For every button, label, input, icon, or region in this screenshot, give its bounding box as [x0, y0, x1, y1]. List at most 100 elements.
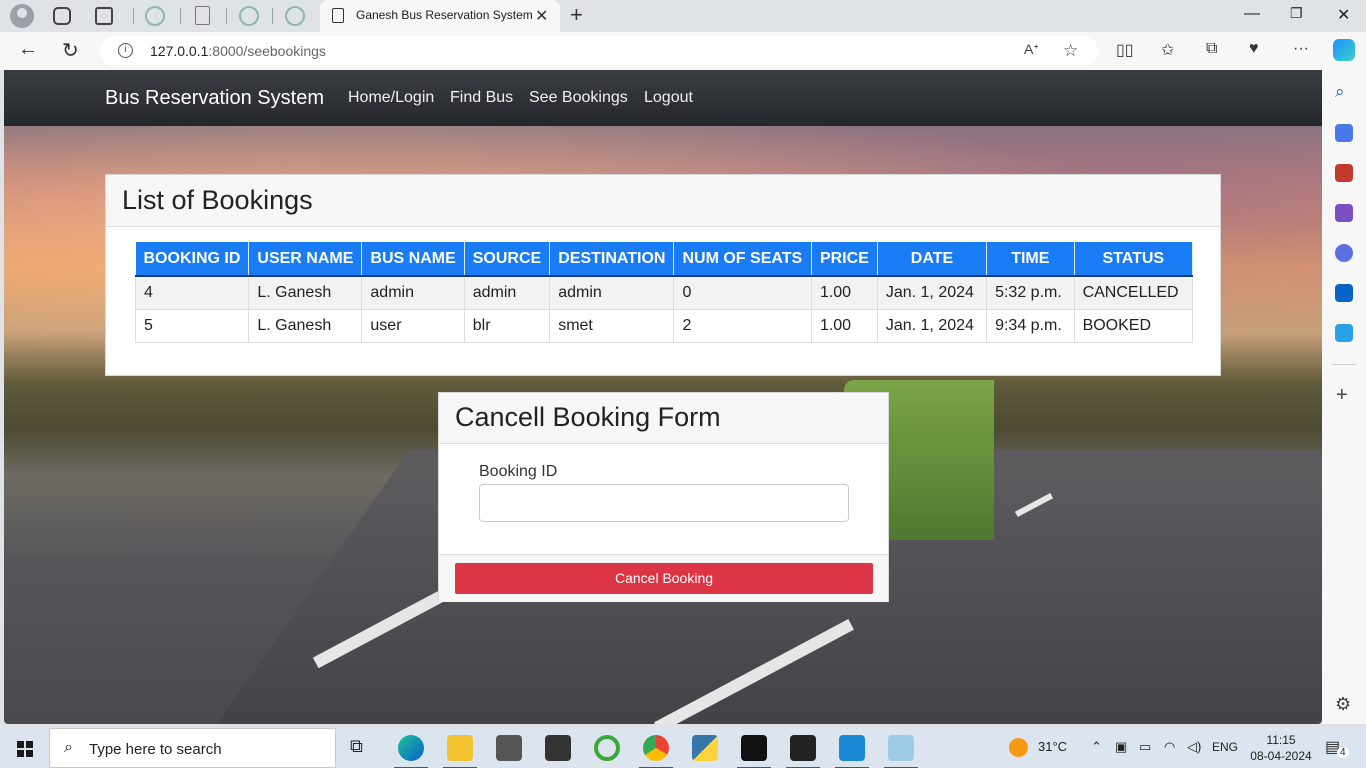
vscode-icon[interactable] — [835, 735, 869, 768]
terminal-icon[interactable] — [545, 735, 571, 761]
bookings-card: List of Bookings BOOKING ID USER NAME BU… — [105, 174, 1221, 376]
cell-status: BOOKED — [1073, 308, 1194, 343]
search-placeholder: Type here to search — [89, 741, 222, 758]
table-row: 5 L. Ganesh user blr smet 2 1.00 Jan. 1,… — [134, 308, 1194, 343]
refresh-icon[interactable]: ↻ — [62, 38, 79, 63]
cell-date: Jan. 1, 2024 — [876, 308, 988, 343]
photos-icon[interactable] — [786, 735, 820, 768]
microsoft365-icon[interactable] — [1335, 244, 1353, 262]
add-icon[interactable]: + — [1336, 384, 1348, 407]
task-view-icon[interactable]: ⧉ — [350, 736, 363, 757]
mail-icon[interactable] — [496, 735, 522, 761]
cell-time: 9:34 p.m. — [986, 308, 1075, 343]
cancel-form-title: Cancell Booking Form — [455, 402, 721, 432]
cell-source: admin — [463, 275, 551, 310]
back-icon[interactable]: ← — [18, 38, 38, 61]
browser-essentials-icon[interactable]: ♥ — [1249, 40, 1259, 58]
tab-separator — [272, 8, 273, 24]
pinned-tab-icon[interactable] — [285, 6, 305, 26]
wifi-icon[interactable]: ◠ — [1164, 739, 1175, 755]
cell-booking-id: 5 — [134, 308, 250, 343]
cell-source: blr — [463, 308, 551, 343]
restore-icon[interactable]: ❐ — [1290, 5, 1303, 22]
col-destination: DESTINATION — [549, 242, 675, 277]
cancel-booking-card: Cancell Booking Form Booking ID Cancel B… — [438, 392, 889, 602]
cmd-icon[interactable] — [737, 735, 771, 768]
tools-icon[interactable] — [1335, 164, 1353, 182]
battery-icon[interactable]: ▭ — [1139, 739, 1151, 755]
shopping-icon[interactable] — [1335, 124, 1353, 142]
volume-icon[interactable]: ◁) — [1187, 739, 1201, 755]
cell-price: 1.00 — [810, 275, 878, 310]
nav-home-login[interactable]: Home/Login — [348, 89, 434, 107]
nav-see-bookings[interactable]: See Bookings — [529, 89, 628, 107]
minimize-icon[interactable]: — — [1244, 5, 1260, 23]
info-icon[interactable]: i — [118, 43, 133, 58]
pinned-tab-icon[interactable] — [239, 6, 259, 26]
site-brand[interactable]: Bus Reservation System — [105, 87, 324, 110]
edge-sidebar: ⌕ + ⚙ — [1322, 70, 1366, 724]
pinned-tab-icon[interactable] — [145, 6, 165, 26]
close-tab-icon[interactable]: ✕ — [535, 6, 548, 26]
tab-actions-icon[interactable] — [95, 7, 113, 25]
favorite-icon[interactable]: ☆ — [1063, 41, 1078, 61]
cell-status: CANCELLED — [1073, 275, 1194, 310]
notepad-icon[interactable] — [884, 735, 918, 768]
active-tab[interactable]: Ganesh Bus Reservation System ✕ — [320, 0, 560, 32]
notification-count: 4 — [1337, 747, 1349, 758]
search-sidebar-icon[interactable]: ⌕ — [1335, 82, 1345, 102]
tab-separator — [226, 8, 227, 24]
more-icon[interactable]: ··· — [1293, 40, 1309, 58]
copilot-icon[interactable] — [1333, 39, 1355, 61]
nav-logout[interactable]: Logout — [644, 89, 693, 107]
cancel-booking-button[interactable]: Cancel Booking — [455, 563, 873, 594]
bookings-card-header: List of Bookings — [106, 175, 1220, 227]
cancel-card-header: Cancell Booking Form — [439, 393, 888, 444]
collections-icon[interactable]: ⧉ — [1206, 40, 1217, 58]
read-aloud-icon[interactable]: Aᐩ — [1024, 41, 1039, 58]
cell-user-name: L. Ganesh — [248, 308, 363, 343]
taskbar-clock[interactable]: 11:15 08-04-2024 — [1246, 732, 1316, 764]
cell-destination: smet — [549, 308, 675, 343]
send-icon[interactable] — [1335, 324, 1353, 342]
profile-icon[interactable] — [10, 4, 34, 28]
workspaces-icon[interactable] — [53, 7, 71, 25]
python-icon[interactable] — [692, 735, 718, 761]
nav-find-bus[interactable]: Find Bus — [450, 89, 513, 107]
cell-bus-name: admin — [361, 275, 465, 310]
windows-start-icon[interactable] — [17, 741, 33, 757]
search-icon: ⌕ — [64, 739, 73, 756]
favorites-icon[interactable]: ✩ — [1161, 40, 1174, 60]
new-tab-icon[interactable]: + — [570, 2, 583, 28]
games-icon[interactable] — [1335, 204, 1353, 222]
split-screen-icon[interactable]: ▯▯ — [1116, 40, 1134, 60]
battery-saver-icon[interactable]: ▣ — [1115, 739, 1127, 755]
weather-icon[interactable] — [1009, 738, 1028, 757]
cell-bus-name: user — [361, 308, 465, 343]
bookings-title: List of Bookings — [122, 185, 313, 215]
cell-num-seats: 2 — [673, 308, 812, 343]
col-price: PRICE — [811, 242, 878, 277]
sync-app-icon[interactable] — [594, 735, 620, 761]
url-field[interactable]: i 127.0.0.1:8000/seebookings Aᐩ ☆ — [100, 36, 1098, 66]
booking-id-input[interactable] — [479, 484, 849, 522]
pinned-tab-document-icon[interactable] — [195, 6, 210, 25]
tab-title: Ganesh Bus Reservation System — [356, 8, 533, 22]
outlook-icon[interactable] — [1335, 284, 1353, 302]
booking-id-label: Booking ID — [479, 463, 558, 480]
temperature[interactable]: 31°C — [1038, 739, 1067, 754]
close-window-icon[interactable]: ✕ — [1337, 5, 1350, 25]
site-navbar: Bus Reservation System Home/Login Find B… — [4, 70, 1322, 126]
col-status: STATUS — [1074, 242, 1194, 277]
cell-user-name: L. Ganesh — [248, 275, 363, 310]
edge-icon[interactable] — [394, 735, 428, 768]
taskbar-search-box[interactable]: ⌕ Type here to search — [49, 728, 336, 768]
col-num-seats: NUM OF SEATS — [673, 242, 812, 277]
settings-gear-icon[interactable]: ⚙ — [1335, 694, 1351, 715]
col-bus-name: BUS NAME — [361, 242, 465, 277]
show-hidden-icons-icon[interactable]: ⌃ — [1091, 739, 1102, 755]
chrome-icon[interactable] — [639, 735, 673, 768]
file-explorer-icon[interactable] — [443, 735, 477, 768]
document-favicon-icon — [332, 8, 344, 23]
language-indicator[interactable]: ENG — [1212, 740, 1238, 754]
